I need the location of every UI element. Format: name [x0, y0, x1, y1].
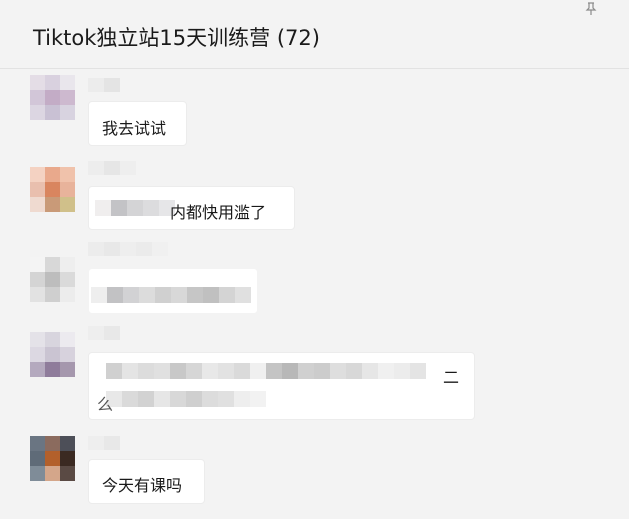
message-text: 二 [443, 368, 460, 387]
message-text: 我去试试 [102, 119, 167, 138]
blurred-text [91, 287, 251, 303]
blurred-text [106, 363, 426, 379]
message-bubble: 内都快用滥了 [88, 186, 295, 230]
sender-name-blurred [88, 242, 168, 256]
message-text: 今天有课吗 [102, 476, 183, 495]
message-text: 么 [97, 395, 114, 414]
sender-name-blurred [88, 78, 120, 92]
group-title: Tiktok独立站15天训练营 (72) [33, 26, 320, 50]
blurred-text [95, 200, 175, 216]
message-bubble: 二 么 [88, 352, 475, 420]
avatar[interactable] [30, 257, 75, 302]
blurred-text [106, 391, 266, 407]
avatar[interactable] [30, 167, 75, 212]
message-bubble: 我去试试 [88, 101, 187, 146]
pin-icon[interactable] [584, 2, 598, 16]
avatar[interactable] [30, 75, 75, 120]
chat-header: Tiktok独立站15天训练营 (72) [0, 0, 629, 69]
sender-name-blurred [88, 436, 120, 450]
sender-name-blurred [88, 161, 136, 175]
avatar[interactable] [30, 436, 75, 481]
sender-name-blurred [88, 326, 120, 340]
chat-window: Tiktok独立站15天训练营 (72) 我去试试 内都快用滥了 二 么 今天有… [0, 0, 629, 519]
avatar[interactable] [30, 332, 75, 377]
message-bubble [88, 268, 258, 314]
message-bubble: 今天有课吗 [88, 459, 205, 504]
message-text: 内都快用滥了 [170, 203, 267, 222]
